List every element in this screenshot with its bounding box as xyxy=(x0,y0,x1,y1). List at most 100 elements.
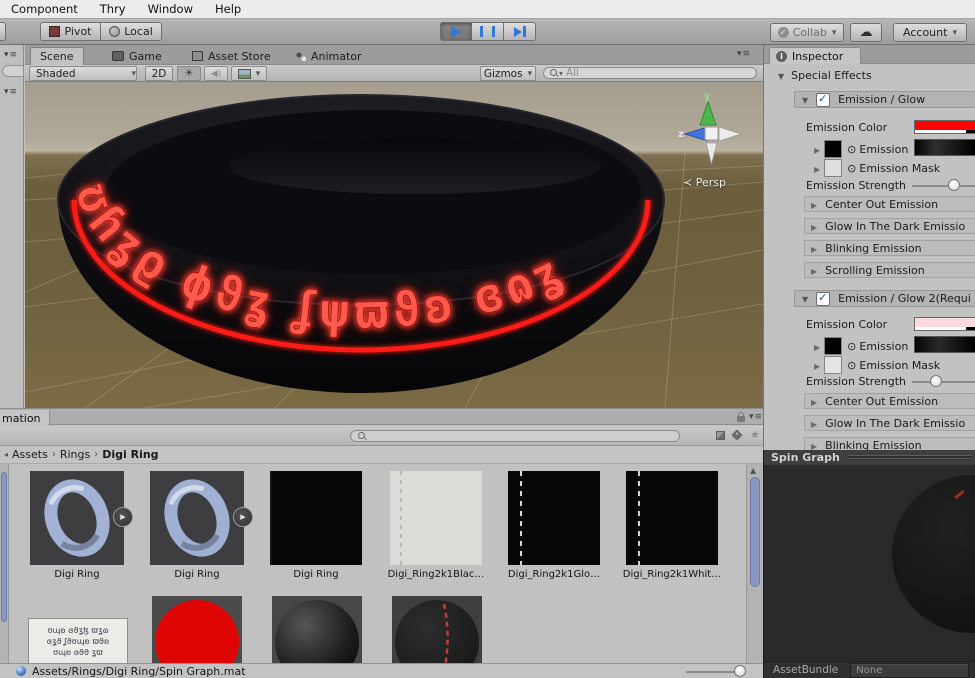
shading-mode-dropdown[interactable]: Shaded xyxy=(29,66,137,81)
asset-digi-ring2k1-black-texture[interactable] xyxy=(390,471,482,565)
emission-mask-row[interactable]: Emission Mask xyxy=(814,159,940,177)
emission-strength-slider-2[interactable] xyxy=(912,381,975,383)
asset-label[interactable]: Digi Ring xyxy=(12,569,142,580)
texture-picker-icon[interactable] xyxy=(847,340,856,353)
special-effects-foldout[interactable]: Special Effects xyxy=(778,69,872,82)
tab-game[interactable]: Game xyxy=(103,47,171,65)
foldout-blinking-emission-2[interactable]: Blinking Emission xyxy=(804,437,975,450)
emission-color-swatch-2[interactable] xyxy=(914,317,975,331)
preview-viewport[interactable] xyxy=(764,465,975,661)
folder-tree-scrollbar[interactable] xyxy=(0,464,9,678)
foldout-glow-in-the-dark-2[interactable]: Glow In The Dark Emissio xyxy=(804,415,975,431)
cloud-services-button[interactable]: ☁ xyxy=(850,23,882,42)
pause-button[interactable] xyxy=(472,22,504,41)
scrollbar-thumb[interactable] xyxy=(750,477,760,587)
step-button[interactable] xyxy=(504,22,536,41)
search-by-type-icon[interactable] xyxy=(716,431,725,440)
digi-ring-model[interactable]: ʊɦʓϱ ϕϑʓ ʆψϖϑʚ ɞɷʓ ʊɦʓϱ ϕϑʓ ʆψϖϑʚ ɞɷʓ xyxy=(31,88,693,406)
panel-menu-icon[interactable]: ▾≡ xyxy=(749,412,763,422)
emission-mask-row-2[interactable]: Emission Mask xyxy=(814,356,940,374)
emission-strength-slider-1[interactable] xyxy=(912,185,975,187)
emission-glow-checkbox[interactable] xyxy=(816,93,830,107)
search-field-sliver[interactable] xyxy=(2,65,24,77)
asset-digi-ring2k1-glow-texture[interactable] xyxy=(508,471,600,565)
emission-texture-row-2[interactable]: Emission xyxy=(814,337,908,355)
tab-inspector[interactable]: Inspector xyxy=(769,47,861,64)
foldout-center-out-emission[interactable]: Center Out Emission xyxy=(804,196,975,212)
project-search-input[interactable] xyxy=(350,430,680,442)
account-dropdown[interactable]: Account xyxy=(893,23,967,42)
tab-animator[interactable]: Animator xyxy=(287,47,371,65)
panel-menu-icon[interactable]: ▾≡ xyxy=(4,87,18,97)
scene-viewport[interactable]: ʊɦʓϱ ϕϑʓ ʆψϖϑʚ ɞɷʓ ʊɦʓϱ ϕϑʓ ʆψϖϑʚ ɞɷʓ y … xyxy=(25,82,763,408)
play-button[interactable] xyxy=(440,22,472,41)
section-emission-glow[interactable]: Emission / Glow xyxy=(794,91,975,108)
thumbnail-size-thumb[interactable] xyxy=(734,665,746,677)
asset-label[interactable]: Digi_Ring2k1Whit… xyxy=(607,569,737,580)
emission-glow-2-checkbox[interactable] xyxy=(816,292,830,306)
tab-asset-store[interactable]: Asset Store xyxy=(183,47,280,65)
foldout-center-out-emission-2[interactable]: Center Out Emission xyxy=(804,393,975,409)
emission-gradient-preview-2[interactable] xyxy=(914,336,975,353)
lighting-toggle[interactable]: ☀ xyxy=(177,66,201,81)
menu-help[interactable]: Help xyxy=(204,2,252,16)
asset-label[interactable]: Digi Ring xyxy=(132,569,262,580)
emission-strength-thumb-2[interactable] xyxy=(930,375,942,387)
audio-toggle[interactable]: ◀) xyxy=(204,66,228,81)
breadcrumb-current[interactable]: Digi Ring xyxy=(102,448,158,461)
asset-digi-ring2k1-white-texture[interactable] xyxy=(626,471,718,565)
tab-scene[interactable]: Scene xyxy=(30,47,84,65)
breadcrumb-assets[interactable]: Assets xyxy=(12,448,48,461)
scene-panel-menu-icon[interactable]: ▾≡ xyxy=(737,49,751,59)
section-emission-glow-2[interactable]: Emission / Glow 2(Requi xyxy=(794,290,975,307)
scroll-up-icon[interactable]: ▲ xyxy=(750,466,756,475)
search-by-label-icon[interactable] xyxy=(731,429,742,440)
emission-gradient-preview-1[interactable] xyxy=(914,139,975,156)
gizmos-dropdown[interactable]: Gizmos xyxy=(480,66,536,81)
emission-mask-thumb[interactable] xyxy=(824,159,842,177)
effects-dropdown[interactable] xyxy=(231,66,267,81)
texture-picker-icon[interactable] xyxy=(847,359,856,372)
menu-component[interactable]: Component xyxy=(0,2,89,16)
breadcrumb-rings[interactable]: Rings xyxy=(60,448,90,461)
project-scrollbar[interactable]: ▲ ▼ xyxy=(746,464,763,678)
emission-texture-thumb[interactable] xyxy=(824,337,842,355)
texture-picker-icon[interactable] xyxy=(847,143,856,156)
texture-picker-icon[interactable] xyxy=(847,162,856,175)
local-toggle-button[interactable]: Local xyxy=(101,22,162,41)
perspective-label[interactable]: Persp xyxy=(683,176,726,189)
collab-dropdown[interactable]: ✓ Collab xyxy=(770,23,844,42)
asset-label[interactable]: Digi_Ring2k1Glo… xyxy=(489,569,619,580)
foldout-scrolling-emission[interactable]: Scrolling Emission xyxy=(804,262,975,278)
tab-animation-cut[interactable]: mation xyxy=(0,410,50,426)
menu-thry[interactable]: Thry xyxy=(89,2,137,16)
preview-header[interactable]: Spin Graph xyxy=(764,450,975,465)
asset-expand-button[interactable] xyxy=(233,507,253,527)
menu-window[interactable]: Window xyxy=(137,2,204,16)
2d-toggle[interactable]: 2D xyxy=(145,66,173,81)
asset-digi-ring-model-1[interactable] xyxy=(30,471,124,565)
emission-mask-thumb[interactable] xyxy=(824,356,842,374)
emission-texture-thumb[interactable] xyxy=(824,140,842,158)
scrollbar-thumb[interactable] xyxy=(1,472,7,622)
emission-color-swatch-1[interactable] xyxy=(914,120,975,134)
scene-search-input[interactable]: ▾ All xyxy=(543,67,757,79)
collapse-arrow-icon[interactable]: ◂ xyxy=(4,450,8,459)
emission-texture-row[interactable]: Emission xyxy=(814,140,908,158)
panel-menu-icon[interactable]: ▾≡ xyxy=(4,50,18,60)
asset-label[interactable]: Digi Ring xyxy=(251,569,381,580)
asset-expand-button[interactable] xyxy=(113,507,133,527)
foldout-blinking-emission[interactable]: Blinking Emission xyxy=(804,240,975,256)
orientation-gizmo[interactable]: y z xyxy=(677,90,757,174)
tool-button-sliver[interactable] xyxy=(0,22,6,41)
pivot-toggle-button[interactable]: Pivot xyxy=(40,22,101,41)
asset-label[interactable]: Digi_Ring2k1Blac… xyxy=(371,569,501,580)
assetbundle-dropdown[interactable]: None xyxy=(850,663,969,678)
foldout-glow-in-the-dark[interactable]: Glow In The Dark Emissio xyxy=(804,218,975,234)
emission-strength-thumb-1[interactable] xyxy=(948,179,960,191)
favorites-star-icon[interactable]: ★ xyxy=(750,428,760,441)
asset-digi-ring-texture-black[interactable] xyxy=(270,471,362,565)
pivot-label: Pivot xyxy=(64,25,91,38)
asset-digi-ring-model-2[interactable] xyxy=(150,471,244,565)
lock-icon[interactable] xyxy=(737,416,745,422)
